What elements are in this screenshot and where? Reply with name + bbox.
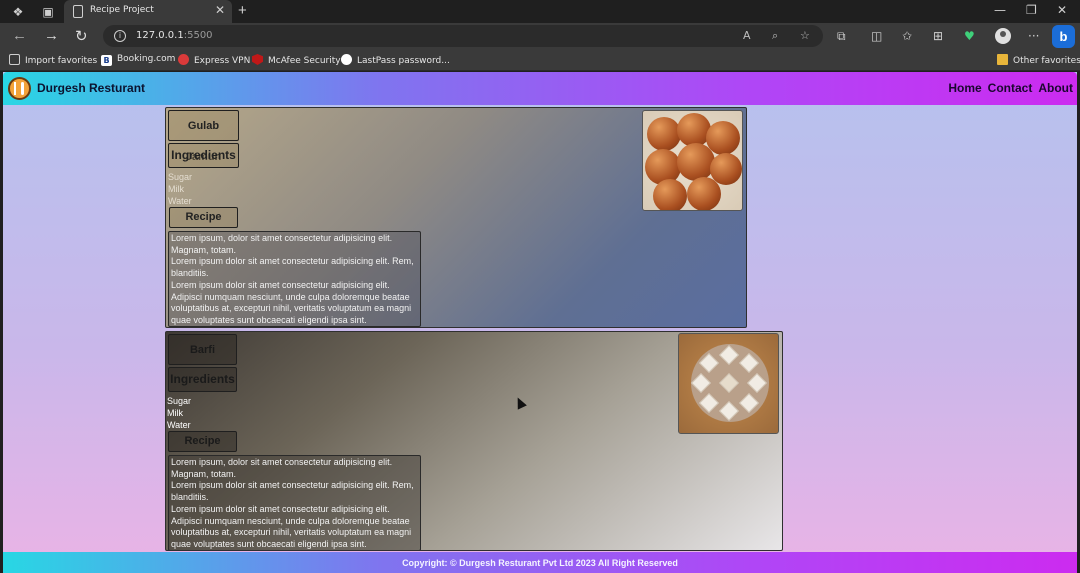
address-bar[interactable]: i 127.0.0.1:5500 A ⌕ ☆ — [103, 25, 823, 47]
favorite-star-icon[interactable]: ☆ — [800, 29, 810, 42]
browser-tab[interactable]: Recipe Project ✕ — [64, 0, 232, 23]
minimize-icon[interactable]: — — [994, 3, 1006, 17]
vpn-icon — [178, 54, 189, 65]
recipe-heading: Recipe — [169, 207, 238, 228]
favorite-express-vpn[interactable]: Express VPN — [178, 54, 250, 66]
favorite-booking[interactable]: B Booking.com — [101, 54, 175, 66]
recipe-card-gulab-jamun: Gulab Jamun Ingredients Sugar Milk Water… — [165, 107, 747, 328]
browser-tab-bar: ❖ ▣ Recipe Project ✕ + — ❐ ✕ — [0, 0, 1080, 23]
new-tab-icon[interactable]: + — [238, 2, 247, 19]
ingredients-list: Sugar Milk Water — [167, 395, 191, 431]
tab-actions-icon[interactable]: ▣ — [40, 4, 56, 20]
nav-contact-link[interactable]: Contact — [988, 81, 1033, 95]
bing-copilot-icon[interactable]: b — [1052, 25, 1075, 48]
folder-icon — [997, 54, 1008, 65]
copyright-text: Copyright: © Durgesh Resturant Pvt Ltd 2… — [402, 558, 678, 568]
ingredient-item: Sugar — [168, 172, 193, 182]
recipe-description: Lorem ipsum, dolor sit amet consectetur … — [168, 455, 421, 550]
restore-icon[interactable]: ❐ — [1026, 3, 1037, 17]
ingredient-item: Water — [167, 420, 191, 430]
other-favorites[interactable]: Other favorites — [997, 54, 1080, 66]
tab-title: Recipe Project — [90, 5, 154, 15]
site-footer: Copyright: © Durgesh Resturant Pvt Ltd 2… — [3, 552, 1077, 573]
site-header: Durgesh Resturant Home Contact About — [3, 72, 1077, 105]
more-menu-icon[interactable]: ··· — [1028, 29, 1039, 43]
recipe-card-barfi: Barfi Ingredients Sugar Milk Water Recip… — [165, 331, 783, 551]
recipe-title: Gulab Jamun — [168, 110, 239, 163]
close-tab-icon[interactable]: ✕ — [215, 3, 225, 17]
close-window-icon[interactable]: ✕ — [1057, 3, 1067, 17]
favorites-bar: Import favorites B Booking.com Express VP… — [0, 50, 1080, 71]
nav-home-link[interactable]: Home — [948, 81, 981, 95]
url-text[interactable]: 127.0.0.1:5500 — [136, 30, 213, 41]
favorites-icon[interactable]: ✩ — [902, 29, 912, 43]
ingredient-item: Sugar — [167, 396, 192, 406]
lastpass-icon — [341, 54, 352, 65]
ingredients-heading: Ingredients — [168, 367, 237, 392]
recipe-title: Barfi — [168, 334, 237, 365]
gulab-jamun-image — [642, 110, 743, 211]
read-aloud-icon[interactable]: A — [743, 29, 751, 42]
favorite-mcafee[interactable]: McAfee Security — [252, 54, 341, 66]
site-info-icon[interactable]: i — [114, 30, 126, 42]
booking-icon: B — [101, 55, 112, 66]
recipe-heading: Recipe — [168, 431, 237, 452]
refresh-icon[interactable]: ↻ — [75, 27, 88, 45]
ingredient-item: Milk — [168, 184, 184, 194]
workspaces-icon[interactable]: ❖ — [10, 4, 26, 20]
restaurant-logo-icon — [8, 77, 31, 100]
brand-name: Durgesh Resturant — [37, 81, 146, 95]
import-icon — [9, 54, 20, 65]
mcafee-icon — [252, 54, 263, 65]
browser-toolbar: ← → ↻ i 127.0.0.1:5500 A ⌕ ☆ ⧉ ◫ ✩ ⊞ ♥ ·… — [0, 23, 1080, 50]
zoom-icon[interactable]: ⌕ — [772, 29, 778, 43]
recipe-description: Lorem ipsum, dolor sit amet consectetur … — [168, 231, 421, 327]
browser-essentials-icon[interactable]: ♥ — [964, 29, 975, 43]
favorite-import[interactable]: Import favorites — [9, 54, 97, 66]
page-icon — [73, 5, 83, 18]
collections-icon[interactable]: ⊞ — [933, 29, 943, 43]
favorite-lastpass[interactable]: LastPass password... — [341, 54, 450, 66]
barfi-image — [678, 333, 779, 434]
forward-icon[interactable]: → — [44, 27, 59, 44]
ingredients-heading: Ingredients — [168, 143, 239, 168]
ingredient-item: Water — [168, 196, 192, 206]
main-nav: Home Contact About — [942, 81, 1073, 95]
profile-avatar[interactable] — [995, 28, 1011, 44]
back-icon[interactable]: ← — [12, 27, 27, 44]
ingredient-item: Milk — [167, 408, 183, 418]
page-viewport: Durgesh Resturant Home Contact About Gulab… — [3, 72, 1077, 573]
nav-about-link[interactable]: About — [1038, 81, 1073, 95]
split-screen-icon[interactable]: ◫ — [871, 29, 882, 43]
ingredients-list: Sugar Milk Water — [168, 171, 192, 207]
extensions-icon[interactable]: ⧉ — [837, 29, 846, 44]
